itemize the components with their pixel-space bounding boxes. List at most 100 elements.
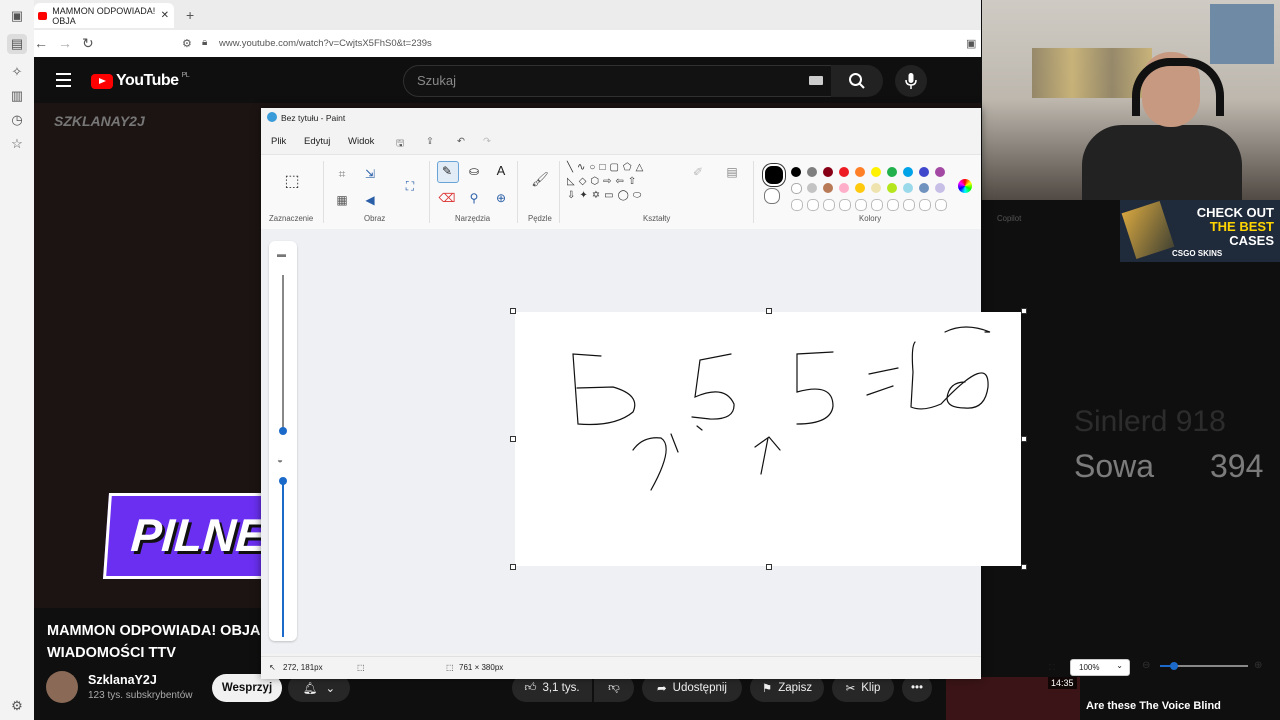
url-text[interactable]: www.youtube.com/watch?v=CwjtsX5FhS0&t=23… xyxy=(219,38,432,49)
color-swatch[interactable] xyxy=(855,167,865,177)
edit-colors-icon[interactable] xyxy=(958,179,972,193)
keyboard-icon[interactable] xyxy=(809,76,823,85)
search-button[interactable] xyxy=(831,65,883,97)
tab-actions-icon[interactable]: ▣ xyxy=(7,6,27,26)
resize-handle[interactable] xyxy=(766,308,772,314)
color-swatch[interactable] xyxy=(935,183,945,193)
channel-avatar[interactable] xyxy=(46,671,78,703)
rotate-icon[interactable]: ◀ xyxy=(361,193,379,207)
resize-handle[interactable] xyxy=(510,564,516,570)
menu-icon[interactable] xyxy=(56,73,71,91)
recommended-title[interactable]: Are these The Voice Blind xyxy=(1086,700,1221,712)
color-swatch[interactable] xyxy=(823,199,835,211)
color-swatch[interactable] xyxy=(823,183,833,193)
youtube-logo[interactable]: YouTube PL xyxy=(91,72,190,90)
color-swatch[interactable] xyxy=(919,183,929,193)
history-icon[interactable]: ◷ xyxy=(7,110,27,130)
resize-handle[interactable] xyxy=(1021,308,1027,314)
remove-background-icon[interactable]: ▦ xyxy=(333,193,351,207)
sidebar-toggle-icon[interactable]: ▤ xyxy=(7,34,27,54)
settings-icon[interactable]: ⚙ xyxy=(7,696,27,716)
color-swatch[interactable] xyxy=(855,199,867,211)
drawing-canvas[interactable] xyxy=(515,312,1021,566)
collections-icon[interactable]: ▥ xyxy=(7,86,27,106)
current-color-1[interactable] xyxy=(763,164,785,186)
new-tab-icon[interactable]: + xyxy=(186,7,194,23)
color-swatch[interactable] xyxy=(903,167,913,177)
save-icon[interactable]: 🖫 xyxy=(396,136,404,152)
zoom-in-icon[interactable]: ⊕ xyxy=(1254,660,1262,671)
favorites-icon[interactable]: ☆ xyxy=(7,134,27,154)
color-swatch[interactable] xyxy=(791,199,803,211)
resize-handle[interactable] xyxy=(1021,436,1027,442)
search-input[interactable]: Szukaj xyxy=(403,65,832,97)
color-swatch[interactable] xyxy=(807,199,819,211)
resize-handle[interactable] xyxy=(1021,564,1027,570)
pencil-icon[interactable]: ✎ xyxy=(438,164,456,178)
color-swatch[interactable] xyxy=(807,167,817,177)
color-swatch[interactable] xyxy=(871,167,881,177)
color-swatch[interactable] xyxy=(903,183,913,193)
zoom-out-icon[interactable]: ⊖ xyxy=(1142,660,1150,671)
opacity-slider-track[interactable] xyxy=(282,481,284,637)
current-color-2[interactable] xyxy=(764,188,780,204)
menu-view[interactable]: Widok xyxy=(348,136,374,147)
zoom-slider-knob[interactable] xyxy=(1170,662,1178,670)
magnifier-icon[interactable]: ⊕ xyxy=(492,191,510,205)
reload-icon[interactable]: ↻ xyxy=(82,35,94,52)
color-swatch[interactable] xyxy=(887,183,897,193)
tab-close-icon[interactable]: ✕ xyxy=(161,10,169,21)
resize-icon[interactable]: ⇲ xyxy=(361,167,379,181)
color-swatch[interactable] xyxy=(871,183,881,193)
color-swatch[interactable] xyxy=(935,167,945,177)
color-swatch[interactable] xyxy=(839,199,851,211)
site-info-icon[interactable]: ⚙ xyxy=(182,37,192,50)
color-swatch[interactable] xyxy=(839,167,849,177)
browser-tab[interactable]: MAMMON ODPOWIADA! OBJA ✕ xyxy=(34,3,174,28)
undo-icon[interactable]: ↶ xyxy=(457,136,465,147)
fill-icon[interactable]: ⛀ xyxy=(465,164,483,178)
size-slider-track[interactable] xyxy=(282,275,284,431)
fit-icon[interactable]: ⛶ xyxy=(1049,663,1055,673)
opacity-slider-knob[interactable] xyxy=(279,477,287,485)
ad-banner[interactable]: CHECK OUT THE BEST CASES CSGO SKINS xyxy=(1120,200,1280,262)
color-swatch[interactable] xyxy=(791,183,802,194)
color-swatch[interactable] xyxy=(887,167,897,177)
color-swatch[interactable] xyxy=(919,199,931,211)
color-swatch[interactable] xyxy=(935,199,947,211)
crop-icon[interactable]: ⌗ xyxy=(333,167,351,182)
redo-icon[interactable]: ↷ xyxy=(483,136,491,147)
resize-handle[interactable] xyxy=(510,308,516,314)
resize-handle[interactable] xyxy=(766,564,772,570)
resize-handle[interactable] xyxy=(510,436,516,442)
outline-icon[interactable]: ✐ xyxy=(689,165,707,179)
color-swatch[interactable] xyxy=(887,199,899,211)
color-swatch[interactable] xyxy=(919,167,929,177)
eraser-icon[interactable]: ⌫ xyxy=(438,191,456,205)
fill-shape-icon[interactable]: ▤ xyxy=(723,165,741,179)
microphone-icon[interactable] xyxy=(895,65,927,97)
color-picker-icon[interactable]: ⚲ xyxy=(465,191,483,205)
channel-name[interactable]: SzklanaY2J xyxy=(88,673,157,687)
color-swatch[interactable] xyxy=(791,167,801,177)
forward-icon[interactable]: → xyxy=(58,35,72,51)
menu-edit[interactable]: Edytuj xyxy=(304,136,330,147)
color-swatch[interactable] xyxy=(839,183,849,193)
share-icon[interactable]: ⇪ xyxy=(426,136,434,147)
menu-file[interactable]: Plik xyxy=(271,136,286,147)
selection-icon[interactable]: ⬚ xyxy=(283,171,301,191)
image-generator-icon[interactable]: ⛶ xyxy=(401,179,419,194)
shapes-gallery[interactable]: ╲∿○□▢⬠△ ◺◇⬡⇨⇦⇧ ⇩✦✡▭◯⬭ xyxy=(567,161,679,205)
color-swatch[interactable] xyxy=(823,167,833,177)
size-slider-knob[interactable] xyxy=(279,427,287,435)
color-swatch[interactable] xyxy=(855,183,865,193)
brush-icon[interactable]: 🖌︎ xyxy=(531,171,549,188)
color-swatch[interactable] xyxy=(903,199,915,211)
color-swatch[interactable] xyxy=(807,183,817,193)
text-icon[interactable]: A xyxy=(492,163,510,178)
zoom-select[interactable]: 100% ⌄ xyxy=(1070,659,1130,676)
copilot-icon[interactable]: ✧ xyxy=(7,62,27,82)
color-swatch[interactable] xyxy=(871,199,883,211)
screen-icon[interactable]: ▣ xyxy=(966,37,976,50)
back-icon[interactable]: ← xyxy=(34,35,48,51)
